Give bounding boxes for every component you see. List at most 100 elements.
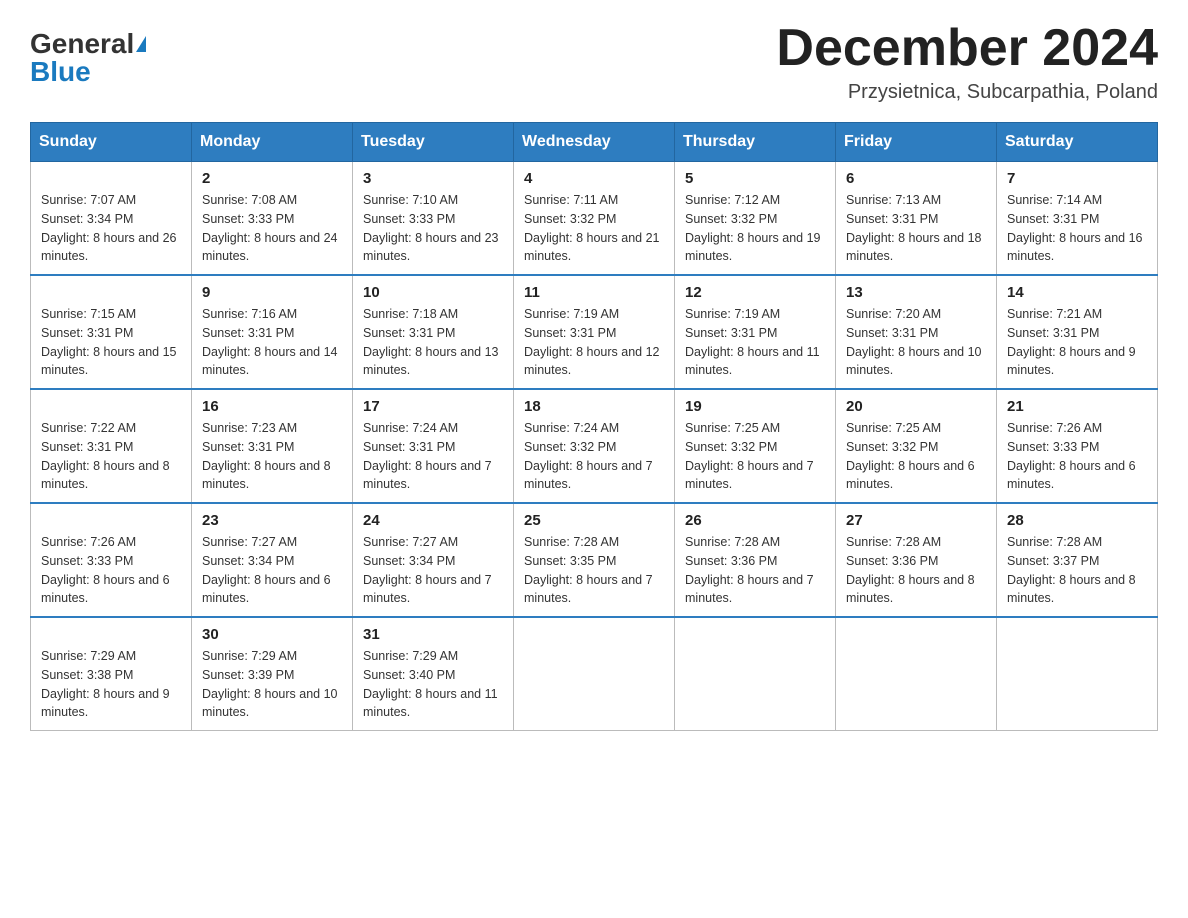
- day-cell: 29 Sunrise: 7:29 AMSunset: 3:38 PMDaylig…: [31, 617, 192, 731]
- day-cell: 28 Sunrise: 7:28 AMSunset: 3:37 PMDaylig…: [997, 503, 1158, 617]
- day-cell: 15 Sunrise: 7:22 AMSunset: 3:31 PMDaylig…: [31, 389, 192, 503]
- day-info: Sunrise: 7:28 AMSunset: 3:35 PMDaylight:…: [524, 535, 653, 605]
- day-info: Sunrise: 7:27 AMSunset: 3:34 PMDaylight:…: [363, 535, 492, 605]
- day-cell: 3 Sunrise: 7:10 AMSunset: 3:33 PMDayligh…: [353, 162, 514, 276]
- day-number: 10: [363, 284, 503, 301]
- header-row: Sunday Monday Tuesday Wednesday Thursday…: [31, 123, 1158, 162]
- day-cell: 27 Sunrise: 7:28 AMSunset: 3:36 PMDaylig…: [836, 503, 997, 617]
- day-info: Sunrise: 7:13 AMSunset: 3:31 PMDaylight:…: [846, 193, 982, 263]
- day-number: 1: [41, 170, 181, 187]
- col-sunday: Sunday: [31, 123, 192, 162]
- day-number: 8: [41, 284, 181, 301]
- day-cell: 22 Sunrise: 7:26 AMSunset: 3:33 PMDaylig…: [31, 503, 192, 617]
- day-number: 12: [685, 284, 825, 301]
- day-cell: 17 Sunrise: 7:24 AMSunset: 3:31 PMDaylig…: [353, 389, 514, 503]
- title-area: December 2024 Przysietnica, Subcarpathia…: [776, 20, 1158, 104]
- day-number: 6: [846, 170, 986, 187]
- day-cell: 25 Sunrise: 7:28 AMSunset: 3:35 PMDaylig…: [514, 503, 675, 617]
- day-cell: 14 Sunrise: 7:21 AMSunset: 3:31 PMDaylig…: [997, 275, 1158, 389]
- day-cell: 21 Sunrise: 7:26 AMSunset: 3:33 PMDaylig…: [997, 389, 1158, 503]
- day-cell: 13 Sunrise: 7:20 AMSunset: 3:31 PMDaylig…: [836, 275, 997, 389]
- day-number: 28: [1007, 512, 1147, 529]
- logo-triangle-icon: [136, 36, 146, 52]
- col-wednesday: Wednesday: [514, 123, 675, 162]
- month-year-title: December 2024: [776, 20, 1158, 77]
- day-info: Sunrise: 7:19 AMSunset: 3:31 PMDaylight:…: [685, 307, 820, 377]
- day-number: 20: [846, 398, 986, 415]
- day-info: Sunrise: 7:08 AMSunset: 3:33 PMDaylight:…: [202, 193, 338, 263]
- day-cell: 16 Sunrise: 7:23 AMSunset: 3:31 PMDaylig…: [192, 389, 353, 503]
- day-number: 19: [685, 398, 825, 415]
- day-info: Sunrise: 7:16 AMSunset: 3:31 PMDaylight:…: [202, 307, 338, 377]
- day-info: Sunrise: 7:19 AMSunset: 3:31 PMDaylight:…: [524, 307, 660, 377]
- day-info: Sunrise: 7:26 AMSunset: 3:33 PMDaylight:…: [41, 535, 170, 605]
- week-row-5: 29 Sunrise: 7:29 AMSunset: 3:38 PMDaylig…: [31, 617, 1158, 731]
- day-cell: 4 Sunrise: 7:11 AMSunset: 3:32 PMDayligh…: [514, 162, 675, 276]
- day-number: 5: [685, 170, 825, 187]
- day-info: Sunrise: 7:15 AMSunset: 3:31 PMDaylight:…: [41, 307, 177, 377]
- day-cell: 5 Sunrise: 7:12 AMSunset: 3:32 PMDayligh…: [675, 162, 836, 276]
- day-cell: [675, 617, 836, 731]
- col-thursday: Thursday: [675, 123, 836, 162]
- day-cell: 19 Sunrise: 7:25 AMSunset: 3:32 PMDaylig…: [675, 389, 836, 503]
- day-number: 3: [363, 170, 503, 187]
- day-cell: [836, 617, 997, 731]
- col-friday: Friday: [836, 123, 997, 162]
- day-number: 14: [1007, 284, 1147, 301]
- col-tuesday: Tuesday: [353, 123, 514, 162]
- day-number: 11: [524, 284, 664, 301]
- day-cell: 20 Sunrise: 7:25 AMSunset: 3:32 PMDaylig…: [836, 389, 997, 503]
- day-info: Sunrise: 7:23 AMSunset: 3:31 PMDaylight:…: [202, 421, 331, 491]
- week-row-2: 8 Sunrise: 7:15 AMSunset: 3:31 PMDayligh…: [31, 275, 1158, 389]
- day-number: 23: [202, 512, 342, 529]
- day-info: Sunrise: 7:07 AMSunset: 3:34 PMDaylight:…: [41, 193, 177, 263]
- day-info: Sunrise: 7:22 AMSunset: 3:31 PMDaylight:…: [41, 421, 170, 491]
- day-cell: 12 Sunrise: 7:19 AMSunset: 3:31 PMDaylig…: [675, 275, 836, 389]
- day-number: 31: [363, 626, 503, 643]
- day-cell: 26 Sunrise: 7:28 AMSunset: 3:36 PMDaylig…: [675, 503, 836, 617]
- day-cell: [514, 617, 675, 731]
- day-info: Sunrise: 7:11 AMSunset: 3:32 PMDaylight:…: [524, 193, 660, 263]
- day-info: Sunrise: 7:20 AMSunset: 3:31 PMDaylight:…: [846, 307, 982, 377]
- day-number: 18: [524, 398, 664, 415]
- day-cell: 6 Sunrise: 7:13 AMSunset: 3:31 PMDayligh…: [836, 162, 997, 276]
- day-info: Sunrise: 7:28 AMSunset: 3:36 PMDaylight:…: [846, 535, 975, 605]
- day-number: 2: [202, 170, 342, 187]
- day-info: Sunrise: 7:27 AMSunset: 3:34 PMDaylight:…: [202, 535, 331, 605]
- day-number: 30: [202, 626, 342, 643]
- day-cell: 31 Sunrise: 7:29 AMSunset: 3:40 PMDaylig…: [353, 617, 514, 731]
- day-number: 27: [846, 512, 986, 529]
- day-cell: 10 Sunrise: 7:18 AMSunset: 3:31 PMDaylig…: [353, 275, 514, 389]
- day-info: Sunrise: 7:24 AMSunset: 3:31 PMDaylight:…: [363, 421, 492, 491]
- day-number: 13: [846, 284, 986, 301]
- day-cell: 9 Sunrise: 7:16 AMSunset: 3:31 PMDayligh…: [192, 275, 353, 389]
- day-cell: 18 Sunrise: 7:24 AMSunset: 3:32 PMDaylig…: [514, 389, 675, 503]
- day-cell: 1 Sunrise: 7:07 AMSunset: 3:34 PMDayligh…: [31, 162, 192, 276]
- day-info: Sunrise: 7:14 AMSunset: 3:31 PMDaylight:…: [1007, 193, 1143, 263]
- day-number: 21: [1007, 398, 1147, 415]
- day-info: Sunrise: 7:26 AMSunset: 3:33 PMDaylight:…: [1007, 421, 1136, 491]
- day-info: Sunrise: 7:28 AMSunset: 3:37 PMDaylight:…: [1007, 535, 1136, 605]
- logo-blue-text: Blue: [30, 58, 91, 86]
- day-number: 26: [685, 512, 825, 529]
- week-row-3: 15 Sunrise: 7:22 AMSunset: 3:31 PMDaylig…: [31, 389, 1158, 503]
- day-info: Sunrise: 7:10 AMSunset: 3:33 PMDaylight:…: [363, 193, 499, 263]
- day-number: 22: [41, 512, 181, 529]
- day-cell: 24 Sunrise: 7:27 AMSunset: 3:34 PMDaylig…: [353, 503, 514, 617]
- day-number: 15: [41, 398, 181, 415]
- day-info: Sunrise: 7:25 AMSunset: 3:32 PMDaylight:…: [685, 421, 814, 491]
- calendar-table: Sunday Monday Tuesday Wednesday Thursday…: [30, 122, 1158, 731]
- header: General Blue December 2024 Przysietnica,…: [30, 20, 1158, 104]
- location-subtitle: Przysietnica, Subcarpathia, Poland: [776, 81, 1158, 104]
- logo-general-text: General: [30, 30, 134, 58]
- col-monday: Monday: [192, 123, 353, 162]
- day-number: 29: [41, 626, 181, 643]
- day-info: Sunrise: 7:28 AMSunset: 3:36 PMDaylight:…: [685, 535, 814, 605]
- day-cell: 30 Sunrise: 7:29 AMSunset: 3:39 PMDaylig…: [192, 617, 353, 731]
- day-cell: 2 Sunrise: 7:08 AMSunset: 3:33 PMDayligh…: [192, 162, 353, 276]
- day-info: Sunrise: 7:24 AMSunset: 3:32 PMDaylight:…: [524, 421, 653, 491]
- day-info: Sunrise: 7:25 AMSunset: 3:32 PMDaylight:…: [846, 421, 975, 491]
- day-cell: 8 Sunrise: 7:15 AMSunset: 3:31 PMDayligh…: [31, 275, 192, 389]
- day-number: 4: [524, 170, 664, 187]
- day-number: 9: [202, 284, 342, 301]
